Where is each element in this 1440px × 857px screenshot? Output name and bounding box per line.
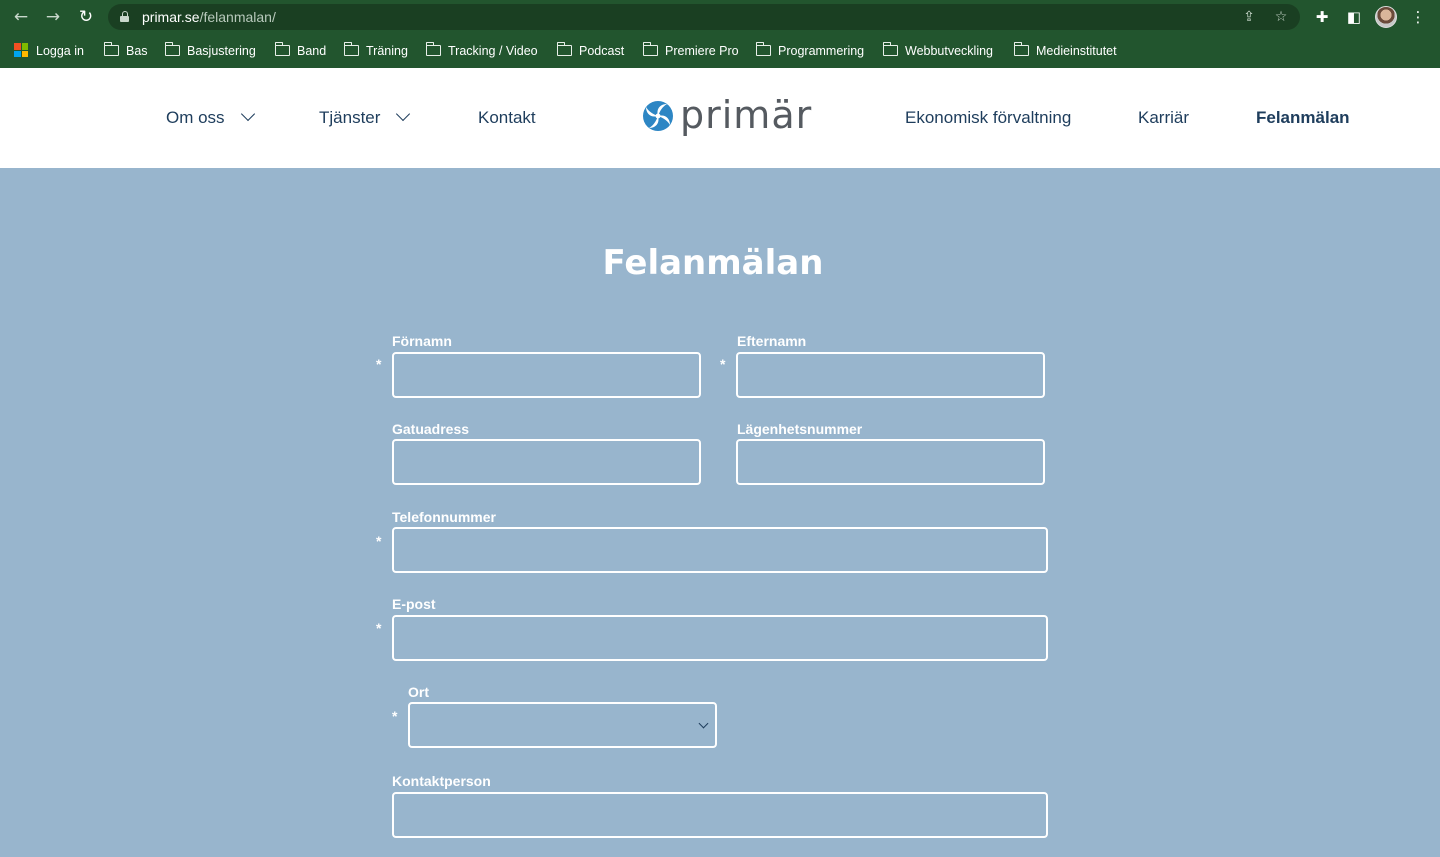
url-path: /felanmalan/ (199, 9, 276, 25)
nav-label: Ekonomisk förvaltning (905, 108, 1072, 127)
url-host: primar.se (142, 9, 200, 25)
kontaktperson-input[interactable] (392, 792, 1048, 838)
folder-icon (164, 42, 180, 56)
lagenhetsnummer-input[interactable] (736, 439, 1045, 485)
bookmark-basjustering[interactable]: Basjustering (164, 34, 256, 68)
telefonnummer-label: Telefonnummer (392, 509, 496, 525)
logo-text: primär (680, 93, 813, 137)
nav-tjanster[interactable]: Tjänster (319, 68, 411, 168)
nav-label: Felanmälan (1256, 108, 1350, 127)
bookmark-medieinstitutet[interactable]: Medieinstitutet (1013, 34, 1117, 68)
telefonnummer-input[interactable] (392, 527, 1048, 573)
required-marker: * (376, 356, 382, 372)
required-marker: * (376, 533, 382, 549)
bookmark-label: Podcast (579, 44, 625, 58)
efternamn-input[interactable] (736, 352, 1045, 398)
gatuadress-label: Gatuadress (392, 421, 470, 437)
bookmark-label: Bas (126, 44, 148, 58)
bookmark-programmering[interactable]: Programmering (755, 34, 865, 68)
efternamn-label: Efternamn (737, 333, 807, 349)
forward-icon[interactable]: → (42, 6, 64, 28)
bookmarks-bar: Logga in Bas Basjustering Band Träning T… (0, 34, 1440, 68)
bookmark-label: Logga in (36, 44, 84, 58)
bookmark-tracking-video[interactable]: Tracking / Video (425, 34, 538, 68)
url-text[interactable]: primar.se/felanmalan/ (142, 4, 276, 30)
chevron-down-icon (396, 106, 411, 122)
folder-icon (642, 42, 658, 56)
bookmark-traning[interactable]: Träning (343, 34, 408, 68)
bookmark-band[interactable]: Band (274, 34, 327, 68)
star-icon[interactable]: ☆ (1272, 8, 1290, 26)
folder-icon (755, 42, 771, 56)
logo-swirl-icon (643, 101, 673, 131)
required-marker: * (392, 708, 398, 724)
bookmark-label: Tracking / Video (448, 44, 538, 58)
folder-icon (343, 42, 359, 56)
nav-label: Karriär (1138, 108, 1190, 127)
folder-icon (556, 42, 572, 56)
nav-kontakt[interactable]: Kontakt (478, 68, 536, 168)
nav-label: Kontakt (478, 108, 536, 127)
folder-icon (425, 42, 441, 56)
nav-om-oss[interactable]: Om oss (166, 68, 255, 168)
reload-icon[interactable]: ↻ (75, 6, 97, 28)
bookmark-label: Medieinstitutet (1036, 44, 1117, 58)
menu-icon[interactable]: ⋮ (1408, 6, 1428, 28)
nav-felanmalan[interactable]: Felanmälan (1256, 68, 1350, 168)
ort-label: Ort (408, 684, 429, 700)
address-bar[interactable]: primar.se/felanmalan/ ⇪ ☆ (108, 4, 1300, 30)
back-icon[interactable]: ← (10, 6, 32, 28)
lagenhetsnummer-label: Lägenhetsnummer (737, 421, 863, 437)
fornamn-label: Förnamn (392, 333, 452, 349)
bookmark-label: Träning (366, 44, 408, 58)
folder-icon (274, 42, 290, 56)
chevron-down-icon (698, 718, 709, 729)
bookmark-webbutveckling[interactable]: Webbutveckling (882, 34, 994, 68)
bookmark-podcast[interactable]: Podcast (556, 34, 625, 68)
profile-avatar[interactable] (1375, 6, 1397, 28)
required-marker: * (720, 356, 726, 372)
extensions-icon[interactable]: ✚ (1312, 6, 1332, 28)
page-title: Felanmälan (602, 243, 824, 283)
lock-icon[interactable] (120, 11, 129, 22)
browser-toolbar: ← → ↻ primar.se/felanmalan/ ⇪ ☆ ✚ ◧ ⋮ (0, 0, 1440, 34)
folder-icon (882, 42, 898, 56)
site-header: Om oss Tjänster Kontakt primär Ekonomisk… (0, 68, 1440, 168)
microsoft-icon (14, 43, 28, 57)
nav-label: Tjänster (319, 108, 381, 127)
bookmark-label: Band (297, 44, 327, 58)
nav-karriar[interactable]: Karriär (1138, 68, 1189, 168)
bookmark-label: Premiere Pro (665, 44, 739, 58)
chevron-down-icon (240, 106, 255, 122)
epost-label: E-post (392, 596, 436, 612)
bookmark-label: Basjustering (187, 44, 256, 58)
kontaktperson-label: Kontaktperson (392, 773, 491, 789)
share-icon[interactable]: ⇪ (1240, 8, 1258, 26)
sidebar-icon[interactable]: ◧ (1344, 6, 1364, 28)
bookmark-label: Programmering (778, 44, 865, 58)
bookmark-logga-in[interactable]: Logga in (14, 34, 84, 68)
nav-label: Om oss (166, 108, 225, 127)
ort-select[interactable] (408, 702, 717, 748)
browser-chrome: ← → ↻ primar.se/felanmalan/ ⇪ ☆ ✚ ◧ ⋮ Lo… (0, 0, 1440, 68)
folder-icon (103, 42, 119, 56)
epost-input[interactable] (392, 615, 1048, 661)
folder-icon (1013, 42, 1029, 56)
required-marker: * (376, 620, 382, 636)
bookmark-bas[interactable]: Bas (103, 34, 148, 68)
bookmark-label: Webbutveckling (905, 44, 994, 58)
fornamn-input[interactable] (392, 352, 701, 398)
nav-ekonomisk-forvaltning[interactable]: Ekonomisk förvaltning (905, 68, 1071, 168)
bookmark-premiere-pro[interactable]: Premiere Pro (642, 34, 739, 68)
gatuadress-input[interactable] (392, 439, 701, 485)
